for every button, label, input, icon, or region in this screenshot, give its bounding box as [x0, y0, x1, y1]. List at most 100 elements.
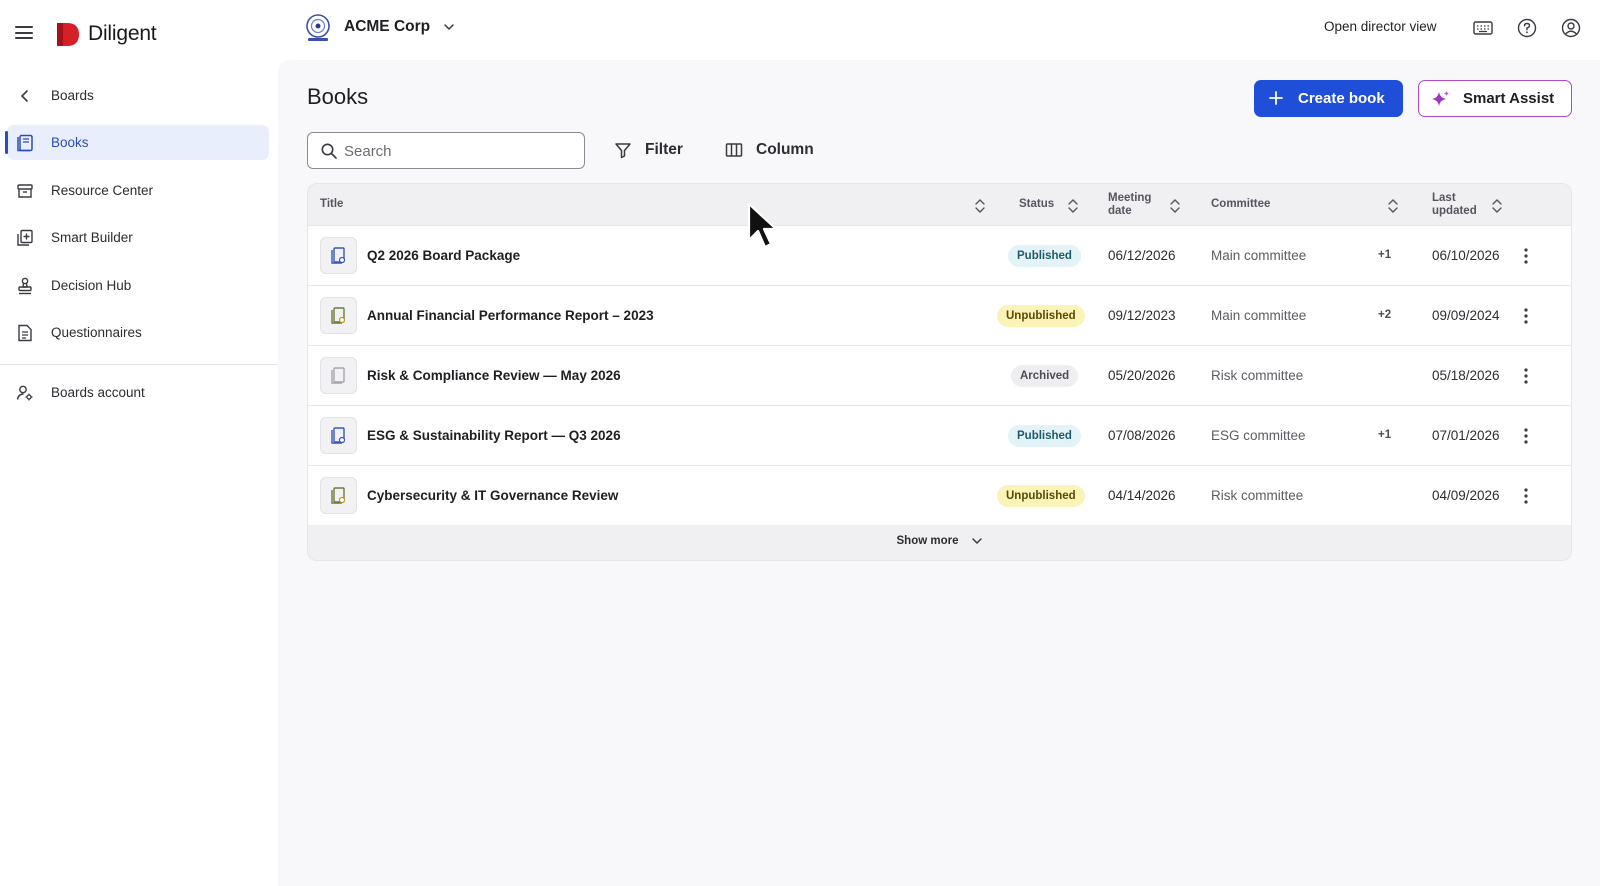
chevron-down-icon	[972, 538, 983, 545]
user-settings-icon	[16, 385, 33, 401]
more-options-icon[interactable]	[1514, 364, 1538, 388]
page-title: Books	[307, 84, 369, 109]
status-badge: Published	[1008, 425, 1081, 447]
committee: Risk committee	[1211, 488, 1304, 503]
sidebar-item-books[interactable]: Books	[5, 125, 269, 160]
meeting-date: 04/14/2026	[1108, 488, 1176, 503]
keyboard-icon[interactable]	[1471, 16, 1495, 40]
sidebar-item-label: Questionnaires	[51, 325, 142, 340]
sidebar-item-decision-hub[interactable]: Decision Hub	[7, 268, 269, 303]
show-more-button[interactable]: Show more	[308, 520, 1571, 560]
sidebar-item-smart-builder[interactable]: Smart Builder	[7, 220, 269, 255]
status-badge: Archived	[1011, 365, 1079, 387]
search-input[interactable]	[344, 141, 574, 161]
sidebar-item-boards-account[interactable]: Boards account	[7, 375, 269, 410]
filter-icon	[615, 143, 631, 159]
status-badge: Published	[1008, 245, 1081, 267]
chevron-down-icon[interactable]	[442, 20, 456, 34]
smart-builder-icon	[17, 229, 33, 246]
header-last-updated[interactable]: Last updated	[1432, 184, 1477, 225]
sort-icon[interactable]	[1386, 196, 1400, 216]
header-committee[interactable]: Committee	[1211, 184, 1270, 225]
sidebar-item-label: Books	[51, 135, 89, 150]
more-options-icon[interactable]	[1514, 424, 1538, 448]
help-icon[interactable]	[1515, 16, 1539, 40]
book-title[interactable]: Cybersecurity & IT Governance Review	[367, 488, 618, 503]
table-row[interactable]: Risk & Compliance Review — May 2026 Arch…	[308, 345, 1571, 405]
org-name[interactable]: ACME Corp	[344, 18, 430, 36]
sort-icon[interactable]	[973, 196, 987, 216]
document-list-icon	[18, 324, 32, 342]
sort-icon[interactable]	[1168, 196, 1182, 216]
diligent-logo	[57, 23, 79, 46]
status-badge: Unpublished	[997, 305, 1085, 327]
filter-button[interactable]: Filter	[613, 138, 683, 162]
header-meeting-date-line1: Meeting	[1108, 191, 1152, 204]
open-director-view-link[interactable]: Open director view	[1324, 19, 1437, 34]
sidebar-item-questionnaires[interactable]: Questionnaires	[7, 315, 269, 350]
header-title[interactable]: Title	[320, 184, 343, 225]
smart-assist-label: Smart Assist	[1463, 90, 1555, 107]
committee: Main committee	[1211, 248, 1307, 263]
brand-name: Diligent	[88, 22, 157, 45]
sort-icon[interactable]	[1490, 196, 1504, 216]
search-box[interactable]	[307, 132, 585, 169]
top-bar: Diligent ACME Corp Open director view	[0, 0, 1600, 60]
last-updated: 04/09/2026	[1432, 488, 1500, 503]
meeting-date: 09/12/2023	[1108, 308, 1176, 323]
mouse-cursor-icon	[747, 202, 778, 249]
committee-extra-count[interactable]: +1	[1378, 429, 1391, 441]
sidebar-divider	[0, 364, 278, 365]
filter-label: Filter	[645, 141, 683, 158]
header-meeting-date[interactable]: Meeting date	[1108, 184, 1151, 225]
chevron-left-icon	[20, 90, 28, 102]
book-title[interactable]: Risk & Compliance Review — May 2026	[367, 368, 621, 383]
more-options-icon[interactable]	[1514, 244, 1538, 268]
smart-assist-button[interactable]: Smart Assist	[1418, 80, 1572, 117]
table-row[interactable]: Annual Financial Performance Report – 20…	[308, 285, 1571, 345]
column-button[interactable]: Column	[724, 138, 814, 162]
committee: ESG committee	[1211, 428, 1306, 443]
book-thumbnail-icon	[320, 417, 357, 454]
search-icon	[321, 143, 337, 159]
header-last-updated-line1: Last	[1432, 191, 1456, 204]
book-title[interactable]: ESG & Sustainability Report — Q3 2026	[367, 428, 621, 443]
committee: Main committee	[1211, 308, 1307, 323]
meeting-date: 07/08/2026	[1108, 428, 1176, 443]
more-options-icon[interactable]	[1514, 484, 1538, 508]
header-last-updated-line2: updated	[1432, 204, 1477, 217]
sidebar-item-resource-center[interactable]: Resource Center	[7, 173, 269, 208]
book-thumbnail-icon	[320, 237, 357, 274]
table-row[interactable]: Cybersecurity & IT Governance Review Unp…	[308, 465, 1571, 525]
sidebar-item-label: Boards account	[51, 385, 145, 400]
sidebar-back-boards[interactable]: Boards	[7, 78, 269, 113]
create-book-label: Create book	[1298, 90, 1385, 107]
org-logo[interactable]	[304, 13, 332, 43]
book-title[interactable]: Q2 2026 Board Package	[367, 248, 520, 263]
book-title[interactable]: Annual Financial Performance Report – 20…	[367, 308, 654, 323]
status-badge: Unpublished	[997, 485, 1085, 507]
last-updated: 07/01/2026	[1432, 428, 1500, 443]
header-status[interactable]: Status	[1019, 184, 1054, 225]
archive-icon	[17, 184, 33, 198]
sparkle-icon	[1432, 91, 1449, 106]
last-updated: 05/18/2026	[1432, 368, 1500, 383]
columns-icon	[725, 143, 743, 157]
last-updated: 09/09/2024	[1432, 308, 1500, 323]
menu-icon[interactable]	[15, 26, 33, 39]
books-table: Title Status Meeting date Committee Last…	[307, 183, 1572, 561]
more-options-icon[interactable]	[1514, 304, 1538, 328]
table-row[interactable]: ESG & Sustainability Report — Q3 2026 Pu…	[308, 405, 1571, 465]
sort-icon[interactable]	[1066, 196, 1080, 216]
committee-extra-count[interactable]: +2	[1378, 309, 1391, 321]
sidebar-item-label: Decision Hub	[51, 278, 132, 293]
sidebar-item-label: Smart Builder	[51, 230, 133, 245]
table-row[interactable]: Q2 2026 Board Package Published 06/12/20…	[308, 225, 1571, 285]
user-profile-icon[interactable]	[1559, 16, 1583, 40]
table-header: Title Status Meeting date Committee Last…	[308, 184, 1571, 225]
book-thumbnail-icon	[320, 297, 357, 334]
show-more-label: Show more	[896, 535, 959, 547]
book-icon	[17, 134, 33, 152]
create-book-button[interactable]: Create book	[1254, 80, 1403, 117]
committee-extra-count[interactable]: +1	[1378, 249, 1391, 261]
